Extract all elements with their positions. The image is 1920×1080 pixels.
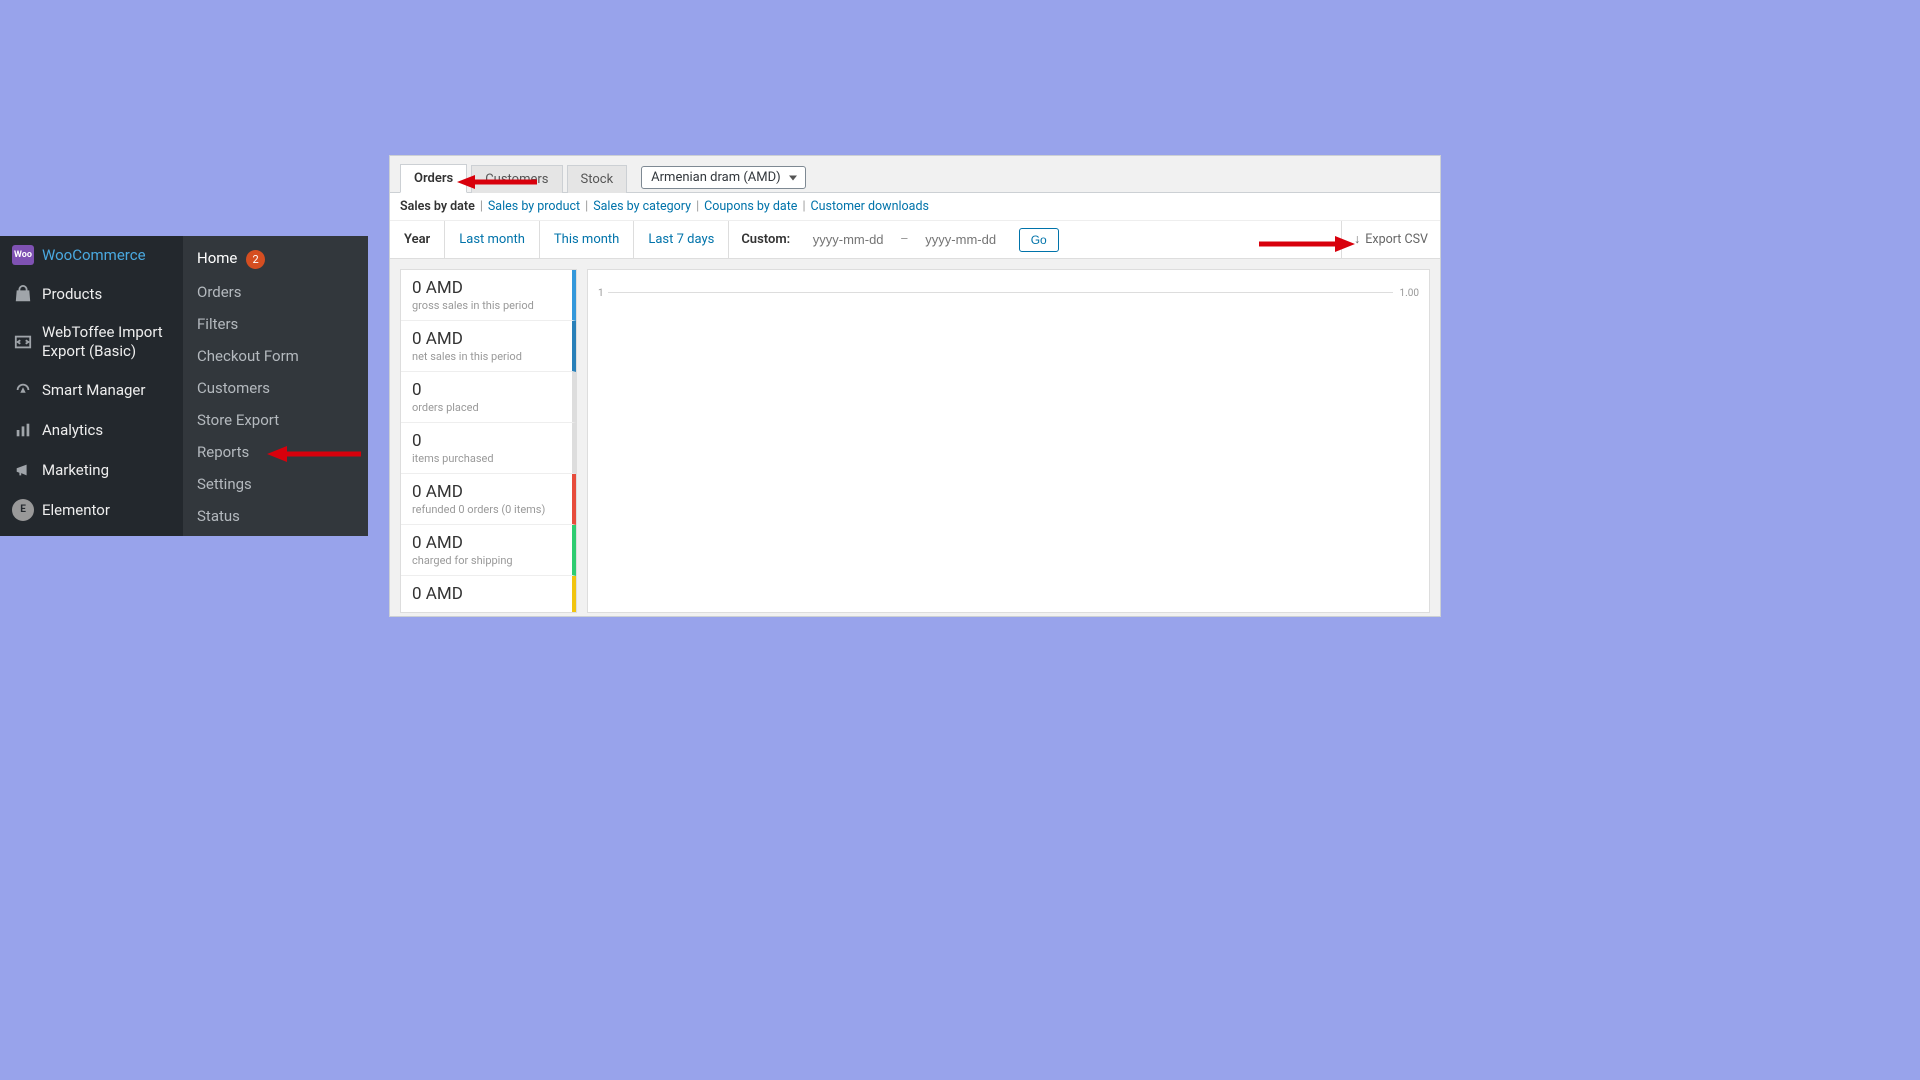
filter-coupons-by-date[interactable]: Coupons by date <box>704 199 797 214</box>
menu-label: WebToffee Import Export (Basic) <box>42 323 173 361</box>
reports-tabs: Orders Customers Stock Armenian dram (AM… <box>390 156 1440 193</box>
submenu-filters[interactable]: Filters <box>183 308 368 340</box>
submenu-settings[interactable]: Settings <box>183 468 368 500</box>
wp-main-menu: Woo WooCommerce Products WebToffee Impor… <box>0 236 183 536</box>
filter-sales-by-date[interactable]: Sales by date <box>400 199 475 214</box>
chart-tick-left: 1 <box>598 288 604 299</box>
report-body: 0 AMD gross sales in this period 0 AMD n… <box>390 259 1440 617</box>
menu-webtoffee[interactable]: WebToffee Import Export (Basic) <box>0 314 183 370</box>
stat-net-sales[interactable]: 0 AMD net sales in this period <box>401 321 576 372</box>
export-csv-button[interactable]: ↓ Export CSV <box>1341 221 1440 258</box>
download-icon: ↓ <box>1354 232 1360 247</box>
bars-icon <box>12 419 34 441</box>
import-export-icon <box>12 331 34 353</box>
chart-gridline <box>608 292 1393 293</box>
filter-sales-by-product[interactable]: Sales by product <box>488 199 580 214</box>
date-from-input[interactable] <box>802 230 894 249</box>
wp-submenu: Home 2 Orders Filters Checkout Form Cust… <box>183 236 368 536</box>
range-this-month[interactable]: This month <box>540 221 634 258</box>
currency-select[interactable]: Armenian dram (AMD) <box>641 166 806 189</box>
stat-orders-placed[interactable]: 0 orders placed <box>401 372 576 423</box>
filter-customer-downloads[interactable]: Customer downloads <box>811 199 929 214</box>
elementor-icon: E <box>12 499 34 521</box>
bag-icon <box>12 283 34 305</box>
menu-marketing[interactable]: Marketing <box>0 450 183 490</box>
date-to-input[interactable] <box>915 230 1007 249</box>
stat-list: 0 AMD gross sales in this period 0 AMD n… <box>400 269 577 613</box>
submenu-label: Home <box>197 249 237 267</box>
sub-filter-row: Sales by date | Sales by product | Sales… <box>390 193 1440 221</box>
submenu-home[interactable]: Home 2 <box>183 242 368 276</box>
stat-items-purchased[interactable]: 0 items purchased <box>401 423 576 474</box>
range-last-7-days[interactable]: Last 7 days <box>634 221 729 258</box>
custom-label: Custom: <box>729 232 802 247</box>
submenu-store-export[interactable]: Store Export <box>183 404 368 436</box>
range-year[interactable]: Year <box>390 221 445 258</box>
tab-customers[interactable]: Customers <box>471 165 562 193</box>
filter-sales-by-category[interactable]: Sales by category <box>593 199 691 214</box>
submenu-orders[interactable]: Orders <box>183 276 368 308</box>
stat-gross-sales[interactable]: 0 AMD gross sales in this period <box>401 270 576 321</box>
stat-extra[interactable]: 0 AMD <box>401 576 576 612</box>
stat-shipping[interactable]: 0 AMD charged for shipping <box>401 525 576 576</box>
woo-icon: Woo <box>12 245 34 265</box>
submenu-status[interactable]: Status <box>183 500 368 532</box>
submenu-checkout-form[interactable]: Checkout Form <box>183 340 368 372</box>
menu-woocommerce[interactable]: Woo WooCommerce <box>0 236 183 274</box>
chart-area: 1 1.00 <box>587 269 1430 613</box>
reports-panel: Orders Customers Stock Armenian dram (AM… <box>389 155 1441 617</box>
menu-label: Analytics <box>42 421 103 439</box>
menu-smart-manager[interactable]: Smart Manager <box>0 370 183 410</box>
chart-tick-right: 1.00 <box>1400 288 1420 299</box>
tab-stock[interactable]: Stock <box>567 165 628 193</box>
range-last-month[interactable]: Last month <box>445 221 540 258</box>
wp-admin-sidebar: Woo WooCommerce Products WebToffee Impor… <box>0 236 368 536</box>
gauge-icon <box>12 379 34 401</box>
menu-label: Products <box>42 285 102 303</box>
menu-label: WooCommerce <box>42 246 146 264</box>
menu-label: Marketing <box>42 461 109 479</box>
menu-elementor[interactable]: E Elementor <box>0 490 183 530</box>
go-button[interactable]: Go <box>1019 228 1059 252</box>
menu-analytics[interactable]: Analytics <box>0 410 183 450</box>
menu-label: Elementor <box>42 501 110 519</box>
submenu-customers[interactable]: Customers <box>183 372 368 404</box>
menu-products[interactable]: Products <box>0 274 183 314</box>
megaphone-icon <box>12 459 34 481</box>
menu-label: Smart Manager <box>42 381 145 399</box>
stat-refunded[interactable]: 0 AMD refunded 0 orders (0 items) <box>401 474 576 525</box>
submenu-reports[interactable]: Reports <box>183 436 368 468</box>
date-range-row: Year Last month This month Last 7 days C… <box>390 221 1440 259</box>
tab-orders[interactable]: Orders <box>400 164 467 193</box>
home-badge: 2 <box>246 250 265 269</box>
